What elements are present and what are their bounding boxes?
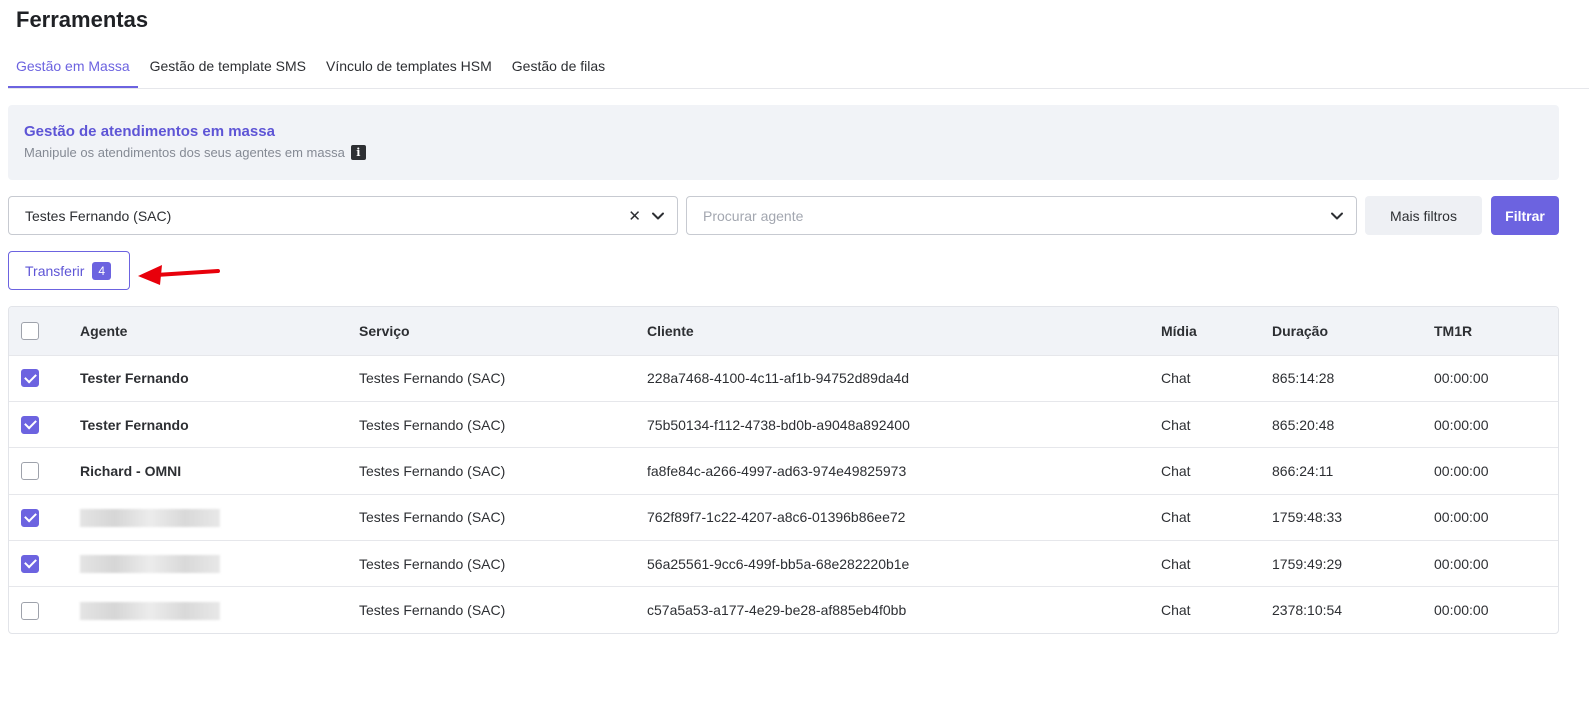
column-header-cliente[interactable]: Cliente — [647, 307, 1161, 355]
chevron-down-icon[interactable] — [1330, 209, 1344, 223]
agent-cell: Tester Fernando — [80, 370, 189, 387]
page-title: Ferramentas — [16, 7, 149, 32]
checkbox-cell — [9, 401, 80, 447]
row-checkbox[interactable] — [21, 508, 39, 527]
table-row[interactable]: Richard - OMNI Testes Fernando (SAC) fa8fe… — [9, 447, 1558, 494]
more-filters-button[interactable]: Mais filtros — [1365, 196, 1482, 235]
client-cell: 56a25561-9cc6-499f-bb5a-68e282220b1e — [647, 555, 910, 572]
duration-cell: 2378:10:54 — [1272, 602, 1343, 619]
service-select[interactable]: Testes Fernando (SAC) ✕ — [8, 196, 678, 235]
tab-gestao-template-sms[interactable]: Gestão de template SMS — [142, 50, 314, 88]
agent-cell — [80, 541, 359, 587]
checkbox-cell — [9, 587, 80, 633]
service-cell: Testes Fernando (SAC) — [359, 462, 506, 479]
tm1r-cell: 00:00:00 — [1434, 602, 1489, 619]
info-banner: Gestão de atendimentos em massa Manipule… — [8, 105, 1559, 180]
select-all-checkbox[interactable] — [21, 321, 39, 340]
duration-cell: 865:14:28 — [1272, 370, 1335, 387]
service-cell: Testes Fernando (SAC) — [359, 555, 506, 572]
tm1r-cell: 00:00:00 — [1434, 416, 1489, 433]
service-cell: Testes Fernando (SAC) — [359, 602, 506, 619]
duration-cell: 1759:49:29 — [1272, 555, 1343, 572]
client-cell: 75b50134-f112-4738-bd0b-a9048a892400 — [647, 416, 910, 433]
redacted-agent-name — [80, 508, 220, 527]
checkbox-cell — [9, 448, 80, 494]
column-header-tm1r[interactable]: TM1R — [1434, 307, 1558, 355]
column-header-midia[interactable]: Mídia — [1161, 307, 1272, 355]
sessions-table: Agente Serviço Cliente Mídia Duração TM1… — [8, 306, 1559, 634]
row-checkbox[interactable] — [21, 554, 39, 573]
tm1r-cell: 00:00:00 — [1434, 555, 1489, 572]
media-cell: Chat — [1161, 555, 1191, 572]
agent-select-placeholder: Procurar agente — [703, 207, 804, 224]
redacted-agent-name — [80, 601, 220, 620]
chevron-down-icon[interactable] — [651, 209, 665, 223]
agent-select[interactable]: Procurar agente — [686, 196, 1357, 235]
service-cell: Testes Fernando (SAC) — [359, 416, 506, 433]
row-checkbox[interactable] — [21, 369, 39, 388]
duration-cell: 866:24:11 — [1272, 462, 1334, 479]
transfer-button[interactable]: Transferir 4 — [8, 251, 130, 290]
row-checkbox[interactable] — [21, 415, 39, 434]
media-cell: Chat — [1161, 416, 1191, 433]
media-cell: Chat — [1161, 602, 1191, 619]
service-cell: Testes Fernando (SAC) — [359, 509, 506, 526]
banner-title: Gestão de atendimentos em massa — [24, 123, 275, 140]
tm1r-cell: 00:00:00 — [1434, 370, 1489, 387]
client-cell: 228a7468-4100-4c11-af1b-94752d89da4d — [647, 370, 910, 387]
annotation-arrow-icon — [138, 265, 220, 285]
table-row[interactable]: Tester Fernando Testes Fernando (SAC) 228a… — [9, 355, 1558, 401]
service-select-value: Testes Fernando (SAC) — [25, 207, 172, 224]
checkbox-cell — [9, 355, 80, 401]
checkbox-cell — [9, 541, 80, 587]
media-cell: Chat — [1161, 509, 1191, 526]
duration-cell: 1759:48:33 — [1272, 509, 1343, 526]
table-row[interactable]: Testes Fernando (SAC) c57a5a53-a177-4e29-… — [9, 586, 1558, 633]
agent-cell — [80, 494, 359, 540]
info-icon[interactable]: i — [350, 145, 366, 160]
tab-gestao-em-massa[interactable]: Gestão em Massa — [8, 50, 138, 88]
table-row[interactable]: Testes Fernando (SAC) 56a25561-9cc6-499f-… — [9, 540, 1558, 587]
tm1r-cell: 00:00:00 — [1434, 509, 1489, 526]
tab-gestao-de-filas[interactable]: Gestão de filas — [504, 50, 613, 88]
column-header-agente[interactable]: Agente — [80, 307, 359, 355]
table-header-row: Agente Serviço Cliente Mídia Duração TM1… — [9, 307, 1558, 355]
client-cell: c57a5a53-a177-4e29-be28-af885eb4f0bb — [647, 602, 907, 619]
banner-subtitle: Manipule os atendimentos dos seus agente… — [24, 145, 345, 160]
client-cell: fa8fe84c-a266-4997-ad63-974e49825973 — [647, 462, 907, 479]
select-all-cell — [9, 307, 80, 355]
column-header-servico[interactable]: Serviço — [359, 307, 647, 355]
banner-subtitle-row: Manipule os atendimentos dos seus agente… — [24, 145, 1543, 160]
client-cell: 762f89f7-1c22-4207-a8c6-01396b86ee72 — [647, 509, 906, 526]
tm1r-cell: 00:00:00 — [1434, 462, 1489, 479]
checkbox-cell — [9, 494, 80, 540]
column-header-duracao[interactable]: Duração — [1272, 307, 1434, 355]
selected-count-badge: 4 — [92, 261, 112, 280]
duration-cell: 865:20:48 — [1272, 416, 1335, 433]
transfer-label: Transferir — [25, 262, 85, 279]
agent-cell: Richard - OMNI — [80, 462, 182, 479]
agent-cell — [80, 587, 359, 633]
redacted-agent-name — [80, 554, 220, 573]
close-icon[interactable]: ✕ — [628, 207, 641, 225]
row-checkbox[interactable] — [21, 601, 39, 620]
table-row[interactable]: Tester Fernando Testes Fernando (SAC) 75b5… — [9, 401, 1558, 447]
service-cell: Testes Fernando (SAC) — [359, 370, 506, 387]
row-checkbox[interactable] — [21, 462, 39, 481]
media-cell: Chat — [1161, 462, 1191, 479]
tab-vinculo-templates-hsm[interactable]: Vínculo de templates HSM — [318, 50, 500, 88]
agent-cell: Tester Fernando — [80, 416, 189, 433]
filter-button[interactable]: Filtrar — [1491, 196, 1559, 235]
media-cell: Chat — [1161, 370, 1191, 387]
table-row[interactable]: Testes Fernando (SAC) 762f89f7-1c22-4207-… — [9, 494, 1558, 540]
tab-bar: Gestão em Massa Gestão de template SMS V… — [8, 50, 1589, 89]
